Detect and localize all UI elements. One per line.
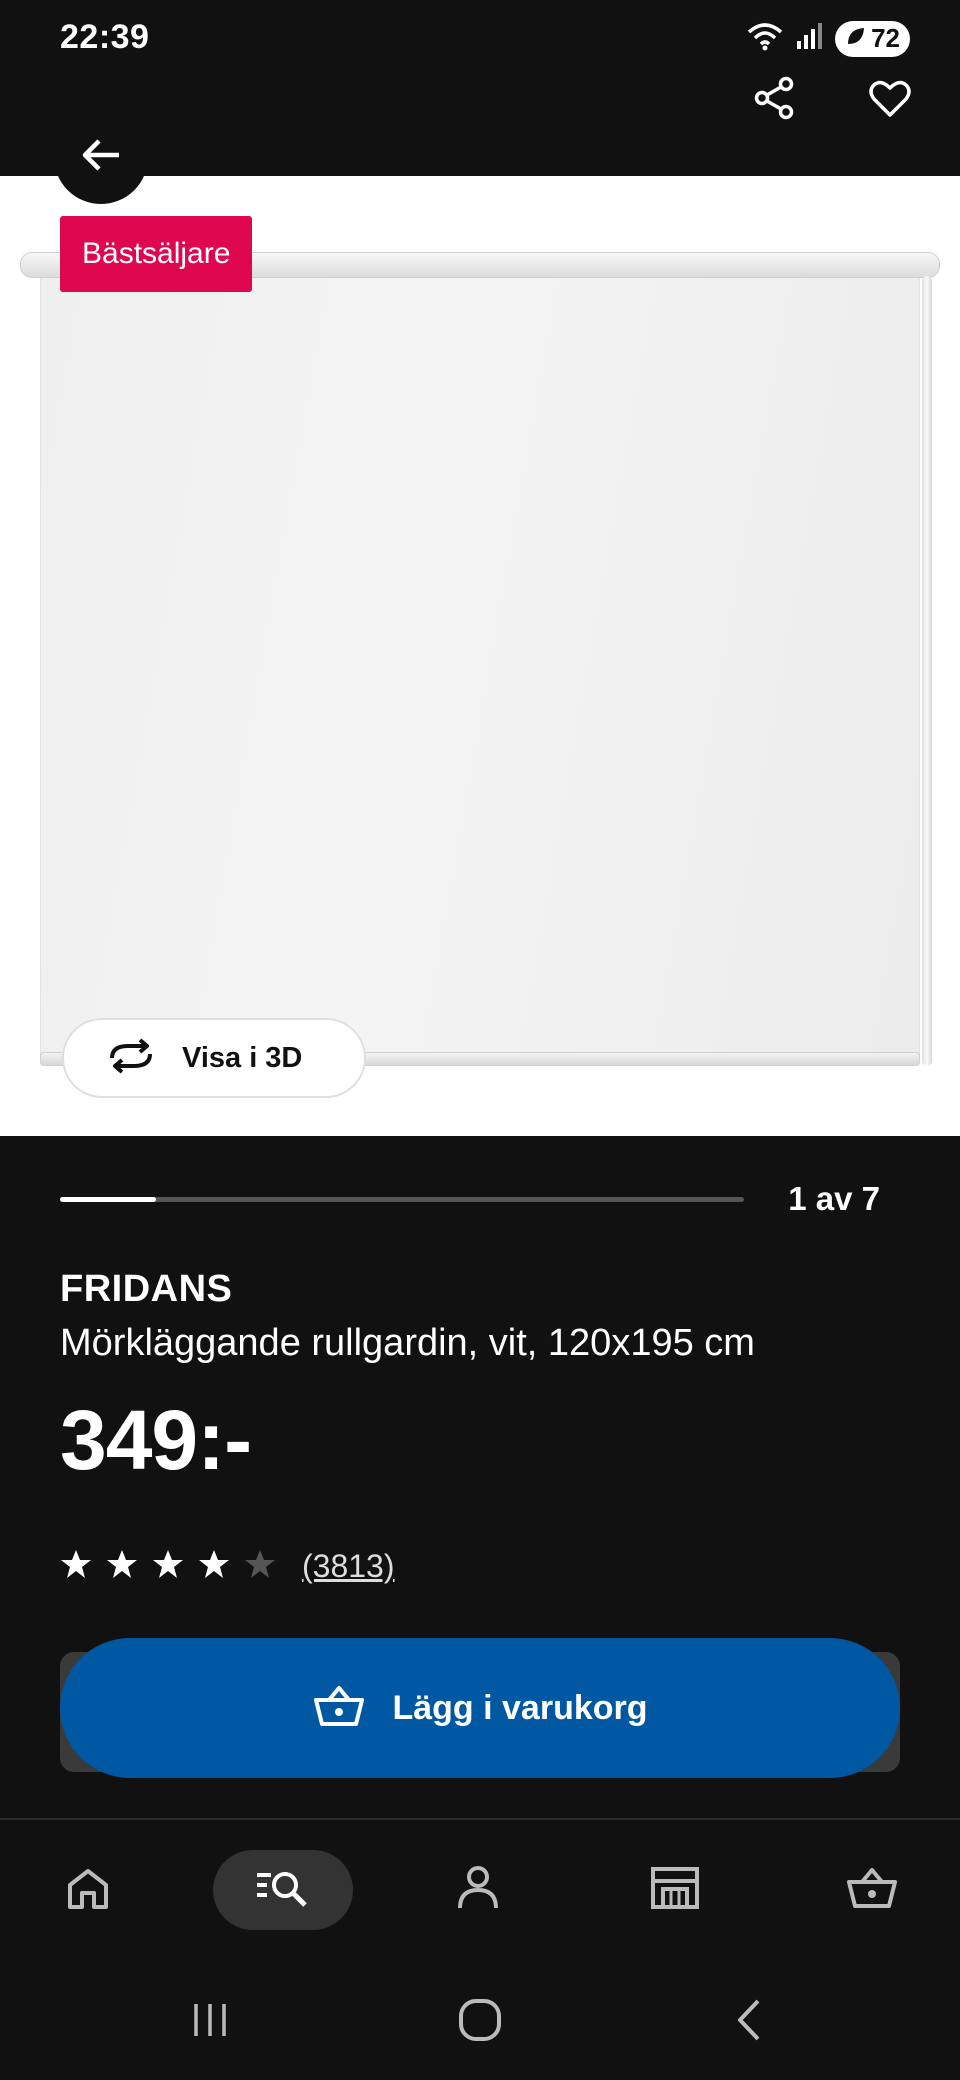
star-icon — [244, 1548, 276, 1585]
bottom-nav — [0, 1820, 960, 1960]
recents-button[interactable] — [170, 1992, 250, 2052]
nav-stores[interactable] — [605, 1850, 745, 1930]
top-actions — [744, 68, 920, 128]
add-to-cart-label: Lägg i varukorg — [392, 1688, 648, 1727]
share-icon[interactable] — [744, 68, 804, 128]
product-description: Mörkläggande rullgardin, vit, 120x195 cm — [60, 1322, 755, 1364]
store-icon — [649, 1865, 701, 1916]
battery-level: 72 — [871, 23, 900, 53]
product-name: FRIDANS — [60, 1268, 233, 1310]
product-price: 349:- — [60, 1393, 252, 1487]
heart-icon[interactable] — [860, 68, 920, 128]
review-count-link[interactable]: (3813) — [302, 1548, 395, 1585]
home-circle-icon — [457, 1997, 503, 2048]
view-3d-label: Visa i 3D — [182, 1041, 303, 1074]
rating-stars — [60, 1548, 276, 1585]
star-icon — [152, 1548, 184, 1585]
system-home-button[interactable] — [440, 1992, 520, 2052]
star-icon — [106, 1548, 138, 1585]
nav-search[interactable] — [213, 1850, 353, 1930]
status-icons: 72 — [745, 20, 910, 57]
battery-indicator: 72 — [835, 20, 910, 57]
recents-icon — [188, 2000, 232, 2045]
basket-icon — [312, 1684, 366, 1733]
nav-profile[interactable] — [408, 1850, 548, 1930]
basket-icon — [845, 1866, 899, 1915]
carousel-progress — [60, 1197, 156, 1202]
product-image-carousel[interactable]: Bästsäljare Visa i 3D — [0, 176, 960, 1136]
leaf-icon — [845, 23, 867, 54]
add-to-cart-button[interactable]: Lägg i varukorg — [60, 1638, 900, 1778]
bestseller-badge: Bästsäljare — [60, 216, 253, 292]
product-rating[interactable]: (3813) — [60, 1548, 395, 1585]
nav-home[interactable] — [18, 1850, 158, 1930]
system-nav — [0, 1960, 960, 2080]
star-icon — [60, 1548, 92, 1585]
carousel-counter: 1 av 7 — [788, 1180, 880, 1217]
home-icon — [64, 1865, 112, 1916]
star-icon — [198, 1548, 230, 1585]
carousel-track — [60, 1197, 744, 1202]
wifi-icon — [745, 20, 785, 57]
chevron-left-icon — [730, 1997, 770, 2048]
rotate-3d-icon — [106, 1037, 156, 1079]
back-button[interactable] — [54, 110, 148, 204]
carousel-indicator: 1 av 7 — [60, 1180, 880, 1220]
product-image — [40, 278, 920, 1060]
person-icon — [455, 1864, 501, 1917]
product-image-cord — [922, 276, 932, 1066]
search-list-icon — [253, 1865, 313, 1916]
arrow-left-icon — [79, 133, 123, 182]
status-time: 22:39 — [60, 18, 150, 56]
view-3d-button[interactable]: Visa i 3D — [62, 1018, 366, 1098]
nav-cart[interactable] — [802, 1850, 942, 1930]
system-back-button[interactable] — [710, 1992, 790, 2052]
signal-icon — [795, 21, 825, 56]
